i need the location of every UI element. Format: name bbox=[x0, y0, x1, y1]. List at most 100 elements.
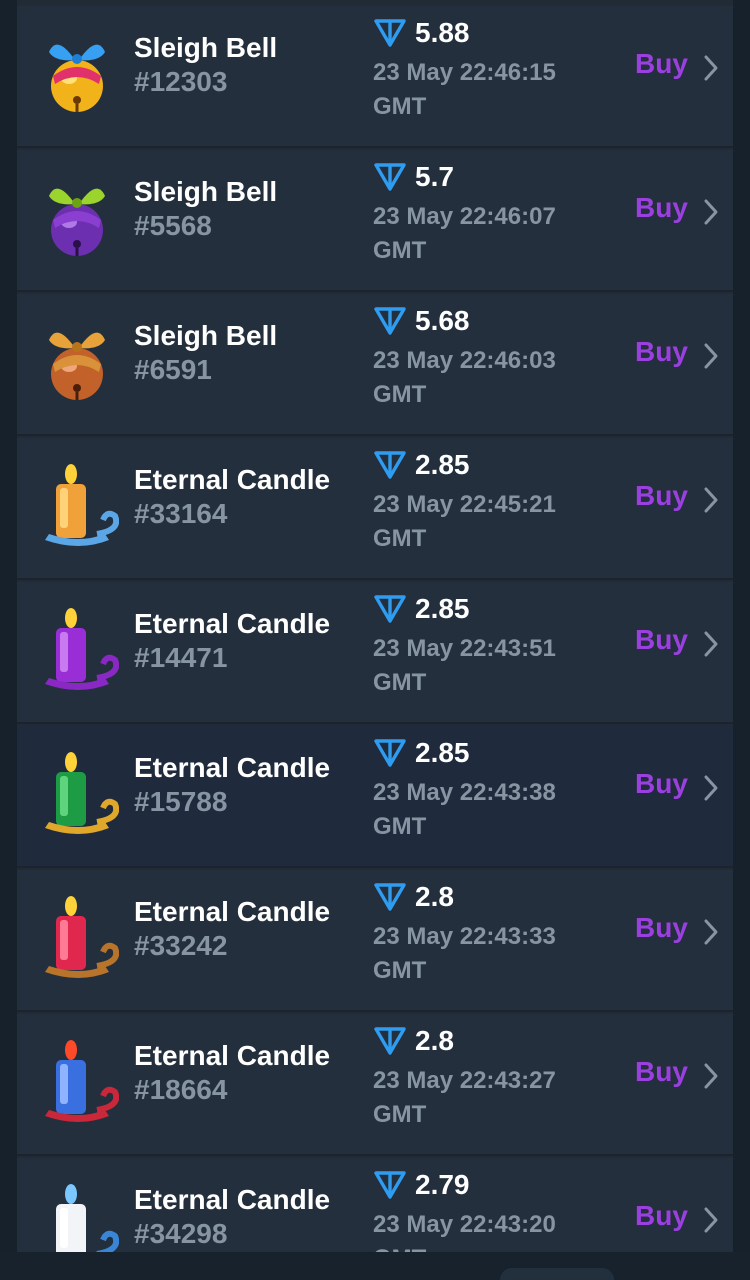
price: 2.8 bbox=[373, 1024, 454, 1058]
chevron-right-icon[interactable] bbox=[703, 486, 719, 514]
buy-button[interactable]: Buy bbox=[635, 624, 688, 656]
listing-date: 23 May 22:43:27 GMT bbox=[373, 1064, 613, 1132]
bottom-bar bbox=[0, 1252, 750, 1280]
row-divider bbox=[17, 434, 733, 436]
gift-number: #6591 bbox=[134, 354, 212, 385]
eternal-candle-icon bbox=[39, 1180, 119, 1252]
buy-button[interactable]: Buy bbox=[635, 192, 688, 224]
listing-list[interactable]: Sleigh Bell #12303 5.88 23 May 22:46:15 … bbox=[17, 0, 733, 1252]
ton-icon bbox=[373, 738, 407, 768]
chevron-right-icon[interactable] bbox=[703, 342, 719, 370]
listing-row[interactable]: Eternal Candle #15788 2.85 23 May 22:43:… bbox=[17, 726, 733, 868]
listing-date: 23 May 22:43:33 GMT bbox=[373, 920, 613, 988]
listing-row[interactable]: Eternal Candle #14471 2.85 23 May 22:43:… bbox=[17, 582, 733, 724]
gift-name: Sleigh Bell bbox=[134, 320, 278, 351]
date-line: 23 May 22:43:33 bbox=[373, 923, 556, 950]
gift-name: Eternal Candle bbox=[134, 752, 331, 783]
buy-button[interactable]: Buy bbox=[635, 480, 688, 512]
chevron-right-icon[interactable] bbox=[703, 1206, 719, 1234]
price: 2.79 bbox=[373, 1168, 470, 1202]
ton-icon bbox=[373, 594, 407, 624]
gift-number: #5568 bbox=[134, 210, 212, 241]
listing-date: 23 May 22:46:15 GMT bbox=[373, 56, 613, 124]
listing-row[interactable]: Sleigh Bell #6591 5.68 23 May 22:46:03 G… bbox=[17, 294, 733, 436]
listing-row[interactable]: Eternal Candle #33164 2.85 23 May 22:45:… bbox=[17, 438, 733, 580]
price-value: 2.85 bbox=[415, 593, 470, 624]
eternal-candle-icon bbox=[39, 892, 119, 982]
price-value: 5.7 bbox=[415, 161, 454, 192]
timezone-line: GMT bbox=[373, 1101, 427, 1128]
gift-number: #15788 bbox=[134, 786, 228, 817]
sleigh-bell-icon bbox=[39, 172, 119, 262]
row-divider bbox=[17, 866, 733, 868]
timezone-line: GMT bbox=[373, 813, 427, 840]
chevron-right-icon[interactable] bbox=[703, 630, 719, 658]
date-line: 23 May 22:46:03 bbox=[373, 347, 556, 374]
timezone-line: GMT bbox=[373, 525, 427, 552]
listing-date: 23 May 22:46:07 GMT bbox=[373, 200, 613, 268]
date-line: 23 May 22:46:07 bbox=[373, 203, 556, 230]
timezone-line: GMT bbox=[373, 1242, 613, 1252]
eternal-candle-icon bbox=[39, 604, 119, 694]
listing-row[interactable]: Eternal Candle #34298 2.79 23 May 22:43:… bbox=[17, 1158, 733, 1252]
gift-number: #33164 bbox=[134, 498, 228, 529]
date-line: 23 May 22:43:51 bbox=[373, 635, 556, 662]
ton-icon bbox=[373, 1026, 407, 1056]
buy-button[interactable]: Buy bbox=[635, 1200, 688, 1232]
row-divider bbox=[17, 578, 733, 580]
gift-number: #34298 bbox=[134, 1218, 228, 1249]
row-divider bbox=[17, 146, 733, 148]
price: 2.85 bbox=[373, 736, 470, 770]
row-divider bbox=[17, 722, 733, 724]
listing-date: 23 May 22:46:03 GMT bbox=[373, 344, 613, 412]
price-value: 2.85 bbox=[415, 449, 470, 480]
price: 2.85 bbox=[373, 592, 470, 626]
chevron-right-icon[interactable] bbox=[703, 198, 719, 226]
price: 2.8 bbox=[373, 880, 454, 914]
gift-name: Sleigh Bell bbox=[134, 32, 278, 63]
buy-button[interactable]: Buy bbox=[635, 768, 688, 800]
chevron-right-icon[interactable] bbox=[703, 918, 719, 946]
listing-date: 23 May 22:43:20 GMT bbox=[373, 1208, 613, 1252]
chevron-right-icon[interactable] bbox=[703, 774, 719, 802]
chevron-right-icon[interactable] bbox=[703, 1062, 719, 1090]
ton-icon bbox=[373, 1170, 407, 1200]
buy-button[interactable]: Buy bbox=[635, 912, 688, 944]
listing-date: 23 May 22:45:21 GMT bbox=[373, 488, 613, 556]
listing-row[interactable]: Eternal Candle #33242 2.8 23 May 22:43:3… bbox=[17, 870, 733, 1012]
price-value: 5.68 bbox=[415, 305, 470, 336]
buy-button[interactable]: Buy bbox=[635, 1056, 688, 1088]
gift-name: Eternal Candle bbox=[134, 896, 331, 927]
chevron-right-icon[interactable] bbox=[703, 54, 719, 82]
date-line: 23 May 22:43:20 bbox=[373, 1211, 556, 1238]
gift-name: Eternal Candle bbox=[134, 464, 331, 495]
price: 5.7 bbox=[373, 160, 454, 194]
ton-icon bbox=[373, 882, 407, 912]
price-value: 5.88 bbox=[415, 17, 470, 48]
gift-name: Eternal Candle bbox=[134, 1184, 331, 1215]
gift-name: Eternal Candle bbox=[134, 608, 331, 639]
buy-button[interactable]: Buy bbox=[635, 336, 688, 368]
ton-icon bbox=[373, 306, 407, 336]
row-divider bbox=[17, 290, 733, 292]
timezone-line: GMT bbox=[373, 957, 427, 984]
price-value: 2.8 bbox=[415, 881, 454, 912]
gift-number: #18664 bbox=[134, 1074, 228, 1105]
price: 2.85 bbox=[373, 448, 470, 482]
listing-row[interactable]: Sleigh Bell #5568 5.7 23 May 22:46:07 GM… bbox=[17, 150, 733, 292]
ton-icon bbox=[373, 162, 407, 192]
row-divider bbox=[17, 1010, 733, 1012]
date-line: 23 May 22:43:27 bbox=[373, 1067, 556, 1094]
screen: Sleigh Bell #12303 5.88 23 May 22:46:15 … bbox=[0, 0, 750, 1280]
timezone-line: GMT bbox=[373, 381, 427, 408]
listing-row[interactable]: Eternal Candle #18664 2.8 23 May 22:43:2… bbox=[17, 1014, 733, 1156]
price-value: 2.85 bbox=[415, 737, 470, 768]
price: 5.88 bbox=[373, 16, 470, 50]
gift-number: #33242 bbox=[134, 930, 228, 961]
listing-row[interactable]: Sleigh Bell #12303 5.88 23 May 22:46:15 … bbox=[17, 6, 733, 148]
buy-button[interactable]: Buy bbox=[635, 48, 688, 80]
gift-number: #14471 bbox=[134, 642, 228, 673]
sleigh-bell-icon bbox=[39, 28, 119, 118]
timezone-line: GMT bbox=[373, 93, 427, 120]
gift-name: Sleigh Bell bbox=[134, 176, 278, 207]
